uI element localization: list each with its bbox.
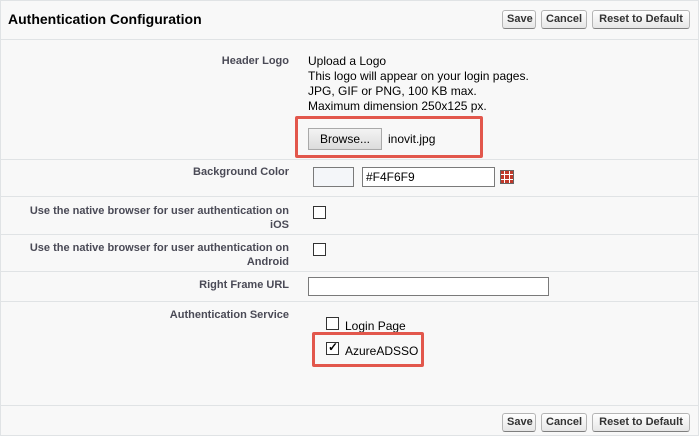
selected-file-name: inovit.jpg: [388, 132, 436, 146]
cancel-button-bottom[interactable]: Cancel: [541, 413, 587, 432]
reset-to-default-button-top[interactable]: Reset to Default: [592, 10, 690, 29]
native-android-label: Use the native browser for user authenti…: [29, 242, 289, 254]
background-color-input[interactable]: [362, 167, 495, 187]
footer-divider: [1, 405, 699, 406]
azureadsso-option-label: AzureADSSO: [345, 344, 419, 358]
color-swatch[interactable]: [313, 167, 354, 187]
native-ios-label-line2: iOS: [270, 219, 289, 231]
native-ios-label: Use the native browser for user authenti…: [29, 205, 289, 217]
native-android-label-line2: Android: [246, 256, 289, 268]
login-page-option-label: Login Page: [345, 319, 406, 333]
logo-info-line: Maximum dimension 250x125 px.: [308, 99, 487, 113]
authentication-service-label: Authentication Service: [169, 309, 289, 321]
header-logo-label: Header Logo: [221, 55, 289, 67]
right-frame-url-label: Right Frame URL: [199, 279, 289, 291]
color-picker-icon[interactable]: [500, 170, 514, 184]
header-divider: [1, 39, 699, 40]
azureadsso-checkbox[interactable]: [326, 340, 339, 355]
row-divider: [1, 159, 699, 160]
auth-config-panel: Authentication Configuration Save Cancel…: [0, 0, 699, 436]
reset-to-default-button-bottom[interactable]: Reset to Default: [592, 413, 690, 432]
native-ios-checkbox[interactable]: [313, 206, 326, 219]
row-divider: [1, 271, 699, 272]
native-android-checkbox[interactable]: [313, 243, 326, 256]
row-divider: [1, 196, 699, 197]
browse-button[interactable]: Browse...: [308, 128, 382, 150]
cancel-button-top[interactable]: Cancel: [541, 10, 587, 29]
save-button-bottom[interactable]: Save: [502, 413, 536, 432]
save-button-top[interactable]: Save: [502, 10, 536, 29]
logo-info-title: Upload a Logo: [308, 54, 387, 68]
logo-info-line: This logo will appear on your login page…: [308, 69, 529, 83]
login-page-checkbox[interactable]: [326, 317, 339, 330]
row-divider: [1, 301, 699, 302]
logo-info-line: JPG, GIF or PNG, 100 KB max.: [308, 84, 477, 98]
right-frame-url-input[interactable]: [308, 277, 549, 296]
page-title: Authentication Configuration: [8, 11, 202, 27]
background-color-label: Background Color: [193, 166, 289, 178]
row-divider: [1, 234, 699, 235]
